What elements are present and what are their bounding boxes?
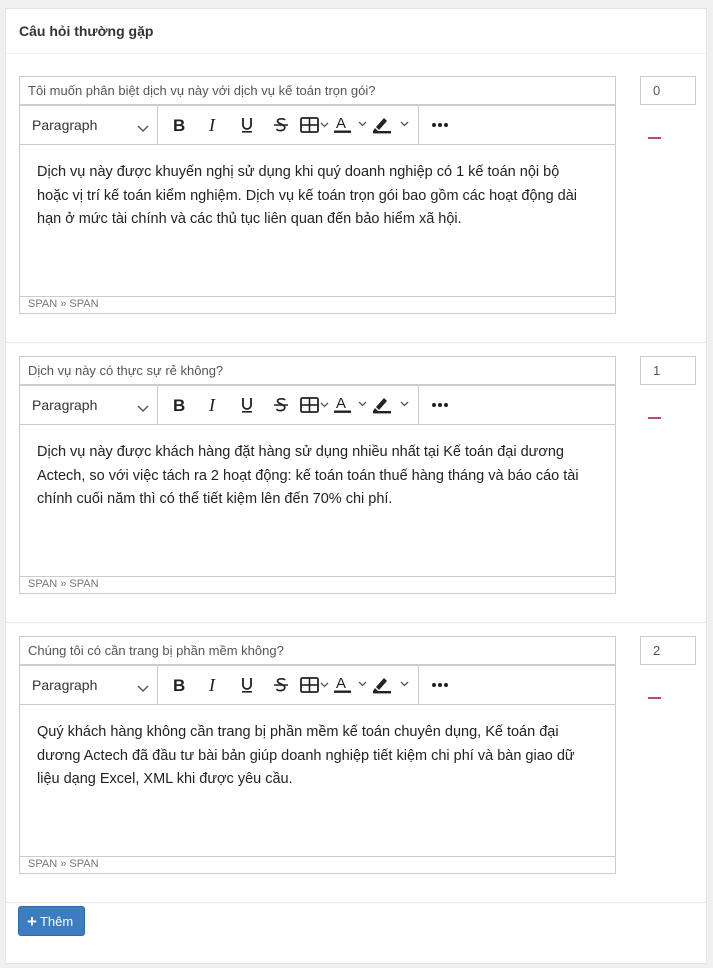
bold-icon[interactable]: B <box>162 110 196 140</box>
answer-line: Quý khách hàng không cần trang bị phần m… <box>37 724 559 740</box>
editor-content[interactable]: Quý khách hàng không cần trang bị phần m… <box>20 705 615 856</box>
block-format-select[interactable]: Paragraph <box>20 666 158 704</box>
editor-status-path: SPAN » SPAN <box>20 856 615 873</box>
svg-text:A: A <box>336 116 346 132</box>
question-input[interactable]: Chúng tôi có cần trang bị phần mềm không… <box>19 636 616 665</box>
editor-status-path: SPAN » SPAN <box>20 576 615 593</box>
bold-icon[interactable]: B <box>162 670 196 700</box>
underline-icon[interactable] <box>230 670 264 700</box>
remove-button[interactable] <box>648 697 662 701</box>
chevron-down-icon <box>137 680 149 696</box>
faq-item: Dịch vụ này có thực sự rẻ không? 1 Parag… <box>6 343 706 623</box>
rich-text-editor: Paragraph B I <box>19 385 616 594</box>
strikethrough-icon[interactable] <box>264 110 298 140</box>
rich-text-editor: Paragraph B I <box>19 665 616 874</box>
svg-text:B: B <box>173 117 185 133</box>
bold-icon[interactable]: B <box>162 390 196 420</box>
minus-icon <box>648 137 661 139</box>
plus-icon: + <box>27 911 37 931</box>
italic-icon[interactable]: I <box>196 110 230 140</box>
svg-text:I: I <box>208 117 216 133</box>
format-tools: B I A <box>158 106 419 144</box>
strikethrough-icon[interactable] <box>264 670 298 700</box>
editor-status-path: SPAN » SPAN <box>20 296 615 313</box>
editor-toolbar: Paragraph B I A <box>20 386 615 425</box>
underline-icon[interactable] <box>230 390 264 420</box>
question-input[interactable]: Dịch vụ này có thực sự rẻ không? <box>19 356 616 385</box>
more-icon[interactable] <box>423 110 457 140</box>
svg-text:B: B <box>173 397 185 413</box>
remove-button[interactable] <box>648 417 662 421</box>
answer-line: Dịch vụ này được khuyến nghị sử dụng khi… <box>37 164 560 180</box>
more-icon[interactable] <box>423 670 457 700</box>
block-format-select[interactable]: Paragraph <box>20 106 158 144</box>
chevron-down-icon <box>137 400 149 416</box>
svg-text:A: A <box>336 676 346 692</box>
underline-icon[interactable] <box>230 110 264 140</box>
editor-content[interactable]: Dịch vụ này được khuyến nghị sử dụng khi… <box>20 145 615 296</box>
rich-text-editor: Paragraph B I <box>19 105 616 314</box>
add-button-label: Thêm <box>39 913 74 929</box>
block-format-label: Paragraph <box>32 117 98 133</box>
chevron-down-icon <box>137 120 149 136</box>
format-tools: B I A <box>158 666 419 704</box>
svg-text:I: I <box>208 397 216 413</box>
faq-item: Tôi muốn phân biệt dịch vụ này với dịch … <box>6 63 706 343</box>
answer-line: Dịch vụ này được khách hàng đặt hàng sử … <box>37 444 564 460</box>
strikethrough-icon[interactable] <box>264 390 298 420</box>
answer-line: chính cuối năm thì có thể tiết kiệm lên … <box>37 491 393 507</box>
text-color-icon[interactable]: A <box>332 110 370 140</box>
table-icon[interactable] <box>298 390 332 420</box>
answer-line: dương Actech đã đầu tư bài bản giúp doan… <box>37 747 575 764</box>
question-input[interactable]: Tôi muốn phân biệt dịch vụ này với dịch … <box>19 76 616 105</box>
order-input[interactable]: 0 <box>640 76 696 105</box>
overflow-tools <box>419 666 461 704</box>
more-icon[interactable] <box>423 390 457 420</box>
format-tools: B I A <box>158 386 419 424</box>
highlight-icon[interactable] <box>370 390 414 420</box>
remove-button[interactable] <box>648 137 662 141</box>
answer-line: liệu dạng Excel, XML khi được yêu cầu. <box>37 771 293 787</box>
editor-content[interactable]: Dịch vụ này được khách hàng đặt hàng sử … <box>20 425 615 576</box>
italic-icon[interactable]: I <box>196 670 230 700</box>
highlight-icon[interactable] <box>370 670 414 700</box>
minus-icon <box>648 697 661 699</box>
italic-icon[interactable]: I <box>196 390 230 420</box>
add-button[interactable]: + Thêm <box>18 906 85 936</box>
faq-panel: Câu hỏi thường gặp Tôi muốn phân biệt dị… <box>5 8 707 964</box>
editor-toolbar: Paragraph B I A <box>20 106 615 145</box>
table-icon[interactable] <box>298 670 332 700</box>
editor-toolbar: Paragraph B I A <box>20 666 615 705</box>
minus-icon <box>648 417 661 419</box>
faq-item: Chúng tôi có cần trang bị phần mềm không… <box>6 623 706 903</box>
highlight-icon[interactable] <box>370 110 414 140</box>
block-format-label: Paragraph <box>32 397 98 413</box>
block-format-select[interactable]: Paragraph <box>20 386 158 424</box>
svg-text:B: B <box>173 677 185 693</box>
overflow-tools <box>419 106 461 144</box>
order-input[interactable]: 2 <box>640 636 696 665</box>
overflow-tools <box>419 386 461 424</box>
answer-line: hạn ở mức tài chính và các thủ tục liên … <box>37 211 462 227</box>
panel-title: Câu hỏi thường gặp <box>6 9 706 54</box>
text-color-icon[interactable]: A <box>332 670 370 700</box>
answer-line: hoặc vị trí kế toán kiểm nghiệm. Dịch vụ… <box>37 187 578 204</box>
svg-text:A: A <box>336 396 346 412</box>
block-format-label: Paragraph <box>32 677 98 693</box>
svg-text:I: I <box>208 677 216 693</box>
order-input[interactable]: 1 <box>640 356 696 385</box>
table-icon[interactable] <box>298 110 332 140</box>
text-color-icon[interactable]: A <box>332 390 370 420</box>
answer-line: Actech, so với việc tách ra 2 hoạt động:… <box>37 467 579 484</box>
